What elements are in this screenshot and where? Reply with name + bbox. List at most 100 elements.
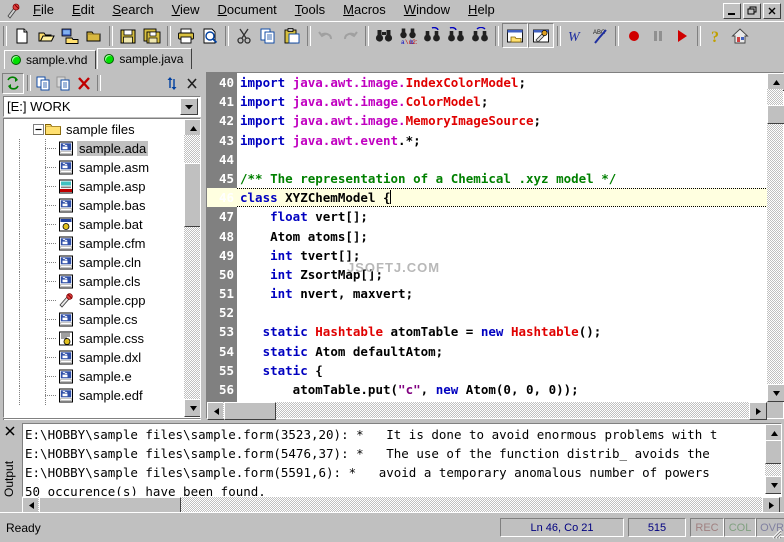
tree-file-item[interactable]: sample.cfm <box>4 234 184 253</box>
tree-file-item[interactable]: sample.edf <box>4 386 184 405</box>
replace-button[interactable]: a\u2192b <box>396 24 420 47</box>
record-macro-button[interactable] <box>622 24 646 47</box>
expand-collapse-toggle[interactable] <box>32 120 45 139</box>
code-line[interactable]: 52 <box>207 303 767 322</box>
menu-document[interactable]: Document <box>209 1 286 20</box>
code-line[interactable]: 46class XYZChemModel { <box>207 188 767 207</box>
find-button[interactable] <box>372 24 396 47</box>
code-line[interactable]: 51 int nvert, maxvert; <box>207 284 767 303</box>
cut-button[interactable] <box>232 24 256 47</box>
copy-file-button[interactable] <box>34 74 54 93</box>
toggle-explorer-button[interactable] <box>502 23 528 48</box>
tree-root-folder[interactable]: sample files <box>4 120 184 139</box>
open-file-button[interactable] <box>34 24 58 47</box>
tree-file-item[interactable]: sample.ada <box>4 139 184 158</box>
code-line[interactable]: 41import java.awt.image.ColorModel; <box>207 92 767 111</box>
undo-button[interactable] <box>314 24 338 47</box>
output-horizontal-scrollbar[interactable] <box>22 497 780 512</box>
word-export-button[interactable]: W <box>564 24 588 47</box>
tab-sample-java[interactable]: sample.java <box>97 48 192 69</box>
menu-window[interactable]: Window <box>395 1 459 20</box>
editor-horizontal-scrollbar[interactable] <box>207 402 767 418</box>
tab-sample-vhd[interactable]: sample.vhd <box>4 50 96 69</box>
menu-file[interactable]: File <box>24 1 63 20</box>
status-col-indicator[interactable]: COL <box>724 518 756 537</box>
tree-file-item[interactable]: sample.bat <box>4 215 184 234</box>
close-button[interactable] <box>763 3 781 19</box>
menu-tools[interactable]: Tools <box>286 1 334 20</box>
tree-file-item[interactable]: sample.cln <box>4 253 184 272</box>
paste-file-button[interactable] <box>54 74 74 93</box>
code-line[interactable]: 45/** The representation of a Chemical .… <box>207 169 767 188</box>
refresh-tree-button[interactable] <box>2 73 24 94</box>
scrollbar-thumb[interactable] <box>767 105 784 124</box>
pause-macro-button[interactable] <box>646 24 670 47</box>
resize-grip[interactable] <box>768 525 782 539</box>
scroll-down-button[interactable] <box>767 384 784 402</box>
toggle-output-button[interactable] <box>528 23 554 48</box>
code-line[interactable]: 40import java.awt.image.IndexColorModel; <box>207 73 767 92</box>
spell-check-button[interactable]: ABC <box>588 24 612 47</box>
menu-help[interactable]: Help <box>459 1 504 20</box>
tree-file-item[interactable]: sample.bas <box>4 196 184 215</box>
print-preview-button[interactable] <box>198 24 222 47</box>
find-next-button[interactable] <box>420 24 444 47</box>
minimize-button[interactable] <box>723 3 741 19</box>
scrollbar-thumb[interactable] <box>184 163 201 227</box>
play-macro-button[interactable] <box>670 24 694 47</box>
code-editor[interactable]: 40import java.awt.image.IndexColorModel;… <box>206 72 784 419</box>
scrollbar-thumb[interactable] <box>765 440 782 464</box>
save-file-button[interactable] <box>116 24 140 47</box>
tree-file-item[interactable]: sample.e <box>4 367 184 386</box>
find-previous-button[interactable] <box>444 24 468 47</box>
code-line[interactable]: 54 static Atom defaultAtom; <box>207 342 767 361</box>
code-lines[interactable]: 40import java.awt.image.IndexColorModel;… <box>207 73 767 402</box>
chevron-down-icon[interactable] <box>180 98 198 115</box>
find-all-button[interactable] <box>468 24 492 47</box>
home-button[interactable] <box>728 24 752 47</box>
scroll-down-button[interactable] <box>184 399 201 417</box>
help-button[interactable]: ? <box>704 24 728 47</box>
close-output-button[interactable] <box>5 426 15 438</box>
code-line[interactable]: 42import java.awt.image.MemoryImageSourc… <box>207 111 767 130</box>
editor-surface[interactable]: 40import java.awt.image.IndexColorModel;… <box>207 73 767 402</box>
code-line[interactable]: 56 atomTable.put("c", new Atom(0, 0, 0))… <box>207 380 767 399</box>
open-from-network-button[interactable] <box>58 24 82 47</box>
code-line[interactable]: 44 <box>207 150 767 169</box>
close-explorer-button[interactable] <box>182 74 202 93</box>
file-tree-scrollbar[interactable] <box>184 119 200 417</box>
code-line[interactable]: 48 Atom atoms[]; <box>207 227 767 246</box>
code-line[interactable]: 49 int tvert[]; <box>207 246 767 265</box>
copy-button[interactable] <box>256 24 280 47</box>
menu-macros[interactable]: Macros <box>334 1 395 20</box>
code-line[interactable]: 43import java.awt.event.*; <box>207 131 767 150</box>
tree-file-item[interactable]: sample.cs <box>4 310 184 329</box>
delete-file-button[interactable] <box>74 74 94 93</box>
status-rec-indicator[interactable]: REC <box>690 518 724 537</box>
scrollbar-thumb[interactable] <box>224 402 276 420</box>
menu-view[interactable]: View <box>163 1 209 20</box>
tree-file-item[interactable]: sample.dxl <box>4 348 184 367</box>
output-vertical-scrollbar[interactable] <box>765 424 781 494</box>
tree-file-item[interactable]: sample.css <box>4 329 184 348</box>
drive-selector[interactable]: [E:] WORK <box>3 96 201 117</box>
tree-file-item[interactable]: sample.asp <box>4 177 184 196</box>
tree-file-item[interactable]: sample.cls <box>4 272 184 291</box>
sync-folder-button[interactable] <box>162 74 182 93</box>
editor-vertical-scrollbar[interactable] <box>767 73 783 402</box>
code-line[interactable]: 50 int ZsortMap[]; <box>207 265 767 284</box>
scrollbar-track[interactable] <box>223 402 751 418</box>
code-line[interactable]: 53 static Hashtable atomTable = new Hash… <box>207 322 767 341</box>
close-file-button[interactable] <box>82 24 106 47</box>
scroll-down-button[interactable] <box>765 476 782 494</box>
tree-file-item[interactable]: sample.asm <box>4 158 184 177</box>
menu-search[interactable]: Search <box>103 1 162 20</box>
new-file-button[interactable] <box>10 24 34 47</box>
menu-edit[interactable]: Edit <box>63 1 103 20</box>
output-text-area[interactable]: E:\HOBBY\sample files\sample.form(3523,2… <box>22 423 782 497</box>
code-line[interactable]: 55 static { <box>207 361 767 380</box>
tree-file-item[interactable]: sample.cpp <box>4 291 184 310</box>
redo-button[interactable] <box>338 24 362 47</box>
paste-button[interactable] <box>280 24 304 47</box>
print-button[interactable] <box>174 24 198 47</box>
